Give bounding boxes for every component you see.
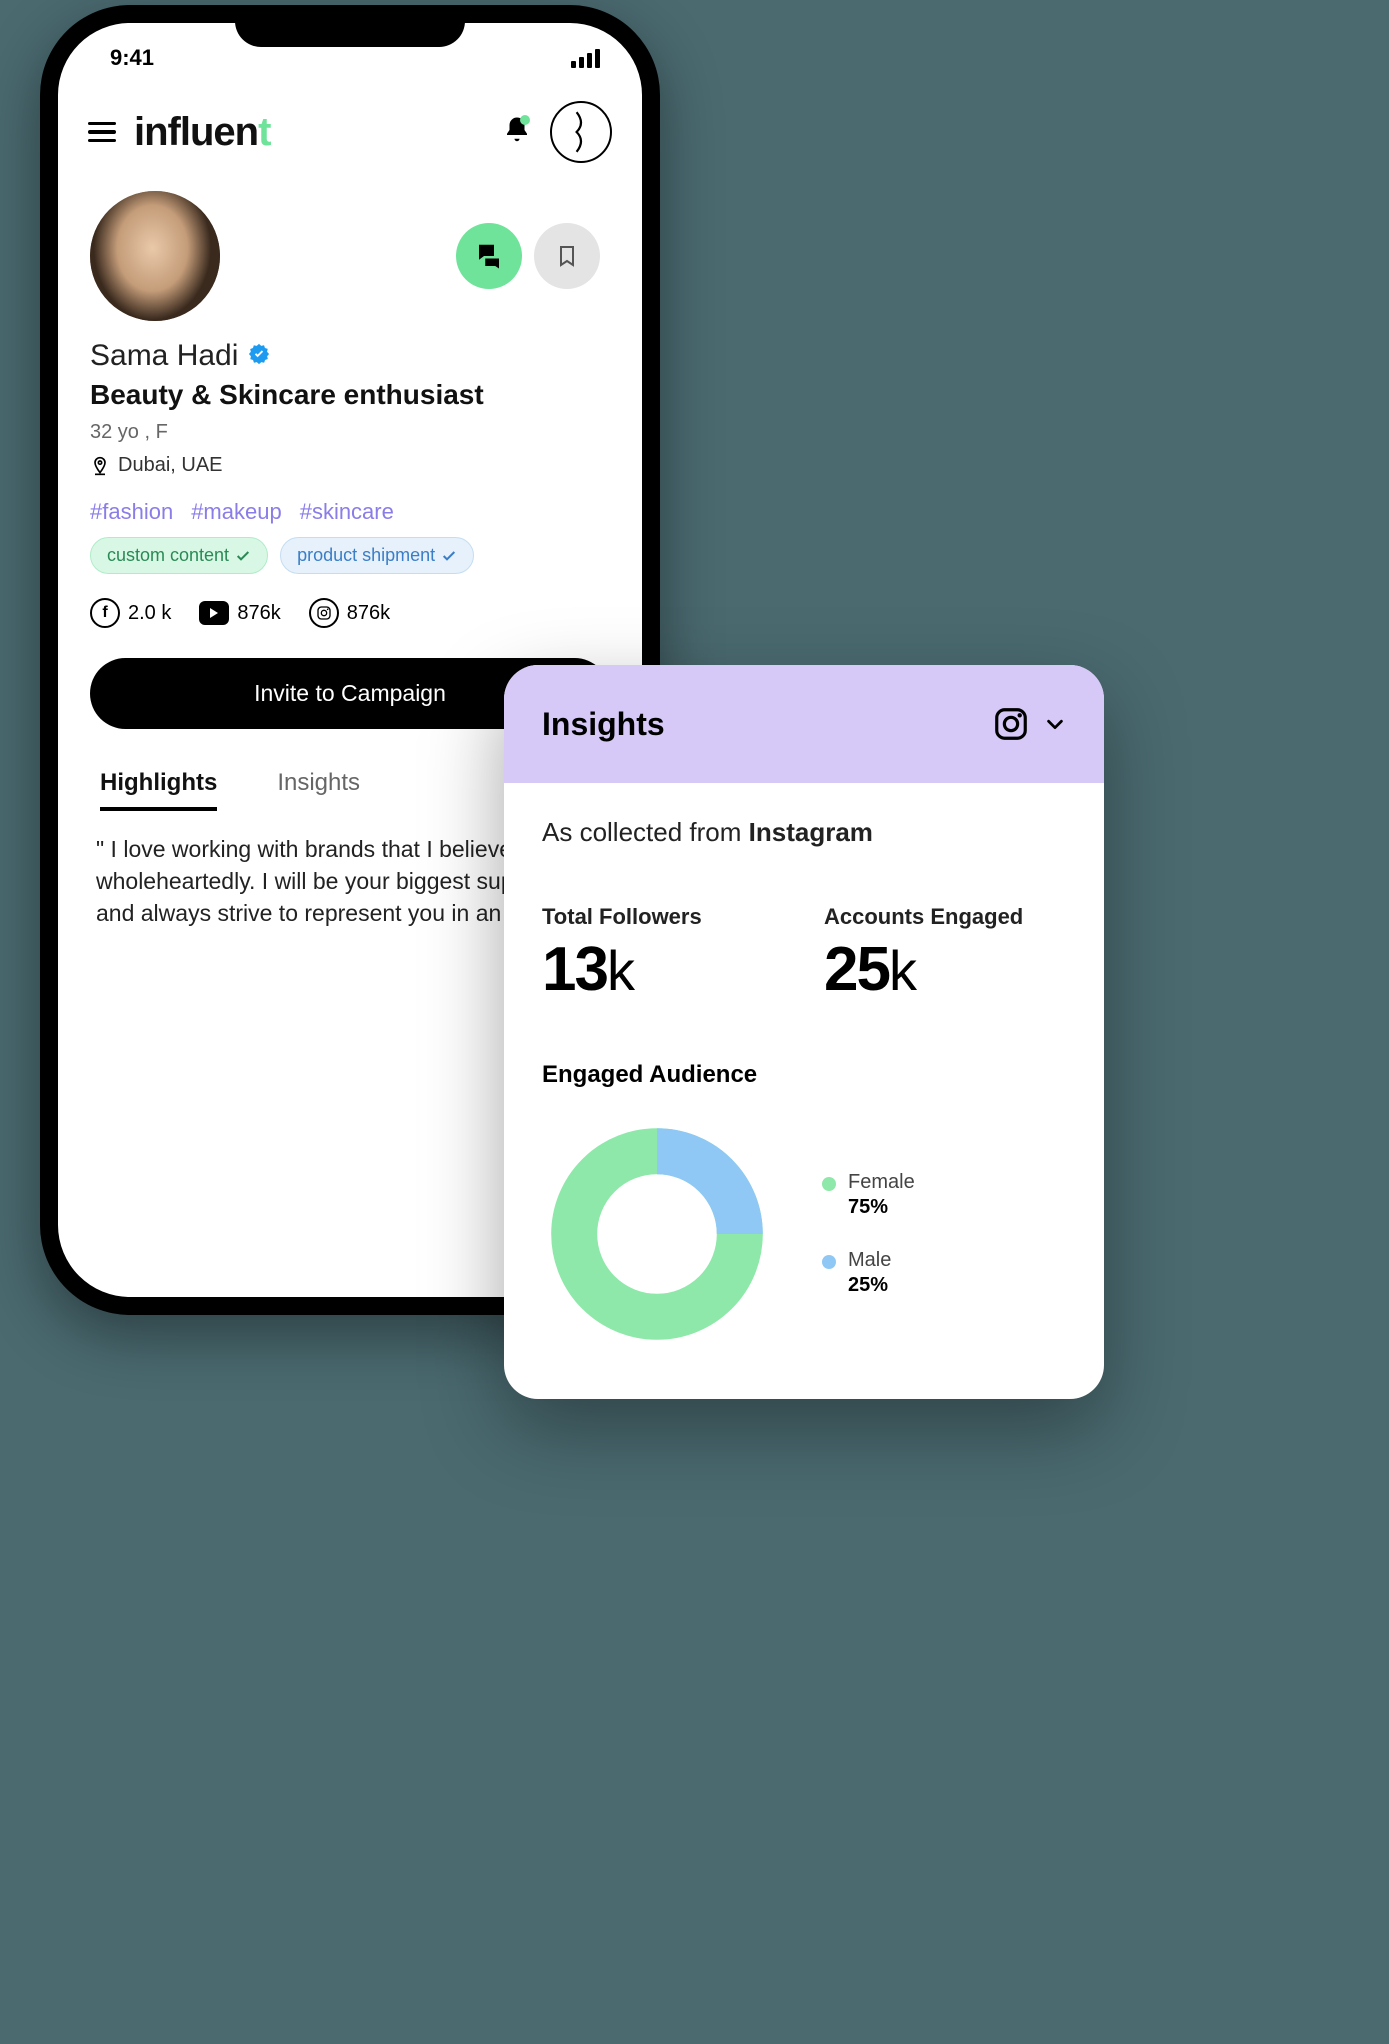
- bookmark-button[interactable]: [534, 223, 600, 289]
- chat-icon: [474, 241, 504, 271]
- status-time: 9:41: [110, 45, 154, 71]
- location-icon: [90, 456, 110, 476]
- profile-top-row: [90, 191, 610, 321]
- signal-icon: [571, 49, 600, 68]
- collected-from: As collected from Instagram: [542, 817, 1066, 848]
- hashtag-list: #fashion #makeup #skincare: [90, 499, 610, 525]
- bookmark-icon: [555, 241, 579, 271]
- menu-icon[interactable]: [88, 122, 116, 143]
- hashtag[interactable]: #makeup: [191, 499, 282, 525]
- check-icon: [235, 548, 251, 564]
- facebook-stat[interactable]: f 2.0 k: [90, 598, 171, 628]
- tab-highlights[interactable]: Highlights: [100, 769, 217, 811]
- profile-name: Sama Hadi: [90, 339, 238, 373]
- notifications-button[interactable]: [502, 115, 532, 150]
- stat-value: 13k: [542, 934, 784, 1005]
- profile-title: Beauty & Skincare enthusiast: [90, 379, 610, 411]
- product-shipment-pill: product shipment: [280, 537, 474, 574]
- insights-header: Insights: [504, 665, 1104, 783]
- brand-avatar-icon: [566, 110, 596, 154]
- engaged-audience-chart-area: Female 75% Male 25%: [542, 1119, 1066, 1349]
- stats-row: Total Followers 13k Accounts Engaged 25k: [542, 904, 1066, 1005]
- insights-body: As collected from Instagram Total Follow…: [504, 783, 1104, 1399]
- insights-card: Insights As collected from Instagram Tot…: [504, 665, 1104, 1399]
- facebook-icon: f: [90, 598, 120, 628]
- insights-source-selector[interactable]: [992, 705, 1066, 743]
- chevron-down-icon: [1044, 713, 1066, 735]
- tab-insights[interactable]: Insights: [277, 769, 360, 811]
- hashtag[interactable]: #fashion: [90, 499, 173, 525]
- donut-chart: [542, 1119, 772, 1349]
- custom-content-pill: custom content: [90, 537, 268, 574]
- hashtag[interactable]: #skincare: [300, 499, 394, 525]
- instagram-stat[interactable]: 876k: [309, 598, 390, 628]
- stat-label: Total Followers: [542, 904, 784, 930]
- legend-female: Female 75%: [822, 1171, 915, 1219]
- legend-male: Male 25%: [822, 1249, 915, 1297]
- stat-label: Accounts Engaged: [824, 904, 1066, 930]
- instagram-icon: [309, 598, 339, 628]
- profile-avatar[interactable]: [90, 191, 220, 321]
- profile-name-row: Sama Hadi: [90, 339, 610, 373]
- profile-actions: [456, 223, 610, 289]
- chat-button[interactable]: [456, 223, 522, 289]
- profile-age-gender: 32 yo , F: [90, 421, 610, 444]
- phone-notch: [235, 5, 465, 47]
- engaged-audience-title: Engaged Audience: [542, 1061, 1066, 1089]
- app-header: influent: [58, 71, 642, 173]
- youtube-stat[interactable]: 876k: [199, 601, 280, 625]
- location-text: Dubai, UAE: [118, 454, 223, 477]
- verified-icon: [248, 343, 270, 370]
- check-icon: [441, 548, 457, 564]
- insights-title: Insights: [542, 706, 992, 743]
- social-stats: f 2.0 k 876k 876k: [90, 598, 610, 628]
- capability-pills: custom content product shipment: [90, 537, 610, 574]
- brand-logo: influent: [134, 110, 484, 155]
- stat-value: 25k: [824, 934, 1066, 1005]
- profile-section: Sama Hadi Beauty & Skincare enthusiast 3…: [58, 173, 642, 628]
- accounts-engaged: Accounts Engaged 25k: [824, 904, 1066, 1005]
- total-followers: Total Followers 13k: [542, 904, 784, 1005]
- youtube-icon: [199, 601, 229, 625]
- legend-dot-icon: [822, 1255, 836, 1269]
- profile-location: Dubai, UAE: [90, 454, 610, 477]
- instagram-icon: [992, 705, 1030, 743]
- chart-legend: Female 75% Male 25%: [822, 1171, 915, 1297]
- legend-dot-icon: [822, 1177, 836, 1191]
- brand-avatar[interactable]: [550, 101, 612, 163]
- notification-dot: [520, 115, 530, 125]
